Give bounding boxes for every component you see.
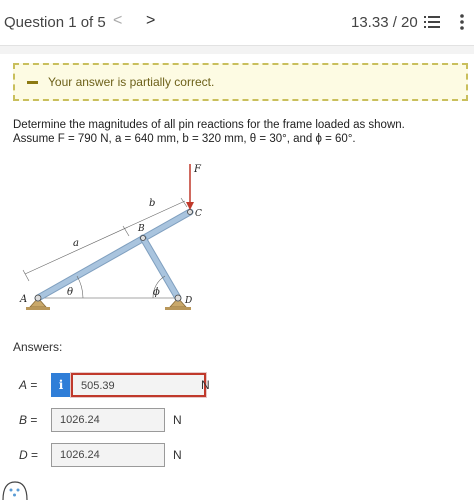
problem-line-1: Determine the magnitudes of all pin reac…	[13, 119, 405, 131]
answer-b-name: B	[19, 413, 28, 427]
next-question-button[interactable]: >	[146, 12, 155, 30]
label-theta: θ	[67, 287, 73, 298]
pin-b	[140, 235, 146, 241]
kebab-icon[interactable]	[459, 13, 465, 31]
label-a: A	[19, 294, 27, 305]
answer-b-eq: =	[27, 413, 38, 427]
label-phi: ϕ	[153, 287, 160, 298]
answer-d-name: D	[19, 448, 28, 462]
answer-a-input[interactable]: 505.39	[70, 372, 207, 398]
label-d: D	[184, 296, 192, 306]
answer-a-label: A =	[19, 378, 37, 392]
answer-row-b: B = 1026.24 N	[13, 408, 463, 432]
answer-a-eq: =	[27, 378, 38, 392]
label-b-dim: b	[149, 198, 155, 209]
answer-d-unit: N	[173, 448, 182, 462]
answer-a-unit: N	[201, 378, 210, 392]
answer-row-d: D = 1026.24 N	[13, 443, 463, 467]
label-a-dim: a	[73, 238, 79, 249]
accessibility-icon[interactable]	[0, 476, 30, 500]
answer-d-input[interactable]: 1026.24	[51, 443, 165, 467]
answer-b-input[interactable]: 1026.24	[51, 408, 165, 432]
force-arrowhead	[186, 202, 194, 210]
partial-correct-alert: Your answer is partially correct.	[13, 63, 468, 101]
alert-text: Your answer is partially correct.	[48, 75, 215, 89]
question-label: Question 1 of 5	[4, 14, 106, 31]
label-f: F	[193, 164, 202, 175]
pin-a	[34, 294, 42, 302]
problem-statement: Determine the magnitudes of all pin reac…	[13, 118, 463, 146]
list-icon[interactable]	[424, 14, 440, 30]
top-bar: Question 1 of 5 < > 13.33 / 20	[0, 0, 474, 46]
previous-content-strip	[0, 46, 474, 54]
previous-question-button[interactable]: <	[113, 12, 122, 30]
frame-diagram: F b a B C A D θ ϕ	[19, 164, 202, 310]
label-c: C	[195, 209, 202, 219]
minus-icon	[27, 81, 38, 84]
answer-b-unit: N	[173, 413, 182, 427]
pin-d	[174, 294, 182, 302]
answer-a-name: A	[19, 378, 28, 392]
answer-b-label: B =	[19, 413, 37, 427]
pin-c	[187, 209, 193, 215]
answer-row-a: A = i 505.39 N	[13, 372, 463, 398]
ground-d	[165, 307, 191, 310]
ground-a	[26, 307, 50, 310]
answers-label: Answers:	[13, 340, 63, 354]
info-icon[interactable]: i	[51, 373, 71, 397]
score-display: 13.33 / 20	[351, 14, 418, 31]
label-b: B	[137, 224, 145, 234]
problem-line-2: Assume F = 790 N, a = 640 mm, b = 320 mm…	[13, 133, 356, 145]
answer-d-eq: =	[27, 448, 39, 462]
answer-d-label: D =	[19, 448, 38, 462]
